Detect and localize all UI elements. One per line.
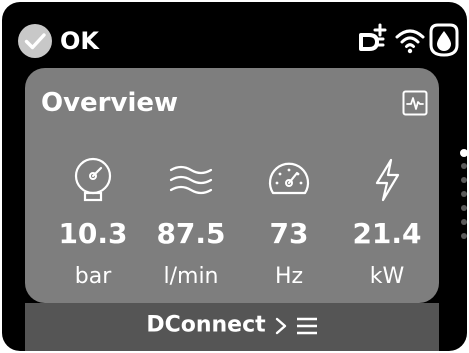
flow-waves-icon bbox=[167, 156, 215, 204]
speedometer-icon bbox=[265, 156, 313, 204]
metric-unit: kW bbox=[369, 264, 405, 289]
metric-value: 10.3 bbox=[58, 217, 128, 250]
metric-flow: 87.5 l/min bbox=[143, 156, 239, 296]
dconnect-menu-button[interactable]: DConnect bbox=[25, 303, 439, 351]
page-dot[interactable] bbox=[461, 177, 467, 183]
status-label: OK bbox=[60, 27, 99, 55]
metric-power: 21.4 kW bbox=[339, 156, 435, 296]
metric-frequency: 73 Hz bbox=[241, 156, 337, 296]
metric-value: 73 bbox=[269, 217, 309, 250]
metric-value: 21.4 bbox=[352, 217, 422, 250]
ok-check-icon bbox=[18, 24, 52, 58]
status-bar: OK bbox=[2, 2, 467, 66]
pressure-gauge-icon bbox=[69, 156, 117, 204]
page-dot[interactable] bbox=[461, 191, 467, 197]
page-indicator bbox=[460, 149, 467, 249]
menu-icon bbox=[296, 315, 318, 337]
wifi-icon bbox=[394, 20, 426, 56]
metric-unit: Hz bbox=[274, 264, 304, 289]
card-title: Overview bbox=[41, 88, 179, 118]
page-dot[interactable] bbox=[461, 219, 467, 225]
metric-unit: l/min bbox=[163, 264, 219, 289]
page-dot[interactable] bbox=[461, 163, 467, 169]
page-dot[interactable] bbox=[460, 149, 467, 157]
pulse-chart-icon[interactable] bbox=[402, 90, 428, 116]
metric-unit: bar bbox=[74, 264, 112, 289]
overview-card[interactable]: Overview 10.3 bar 87.5 l/min 73 Hz 21.4 … bbox=[25, 68, 439, 303]
dconnect-label: DConnect bbox=[146, 312, 266, 338]
bottom-bar: DConnect bbox=[25, 303, 439, 351]
page-dot[interactable] bbox=[461, 233, 467, 239]
page-dot[interactable] bbox=[461, 205, 467, 211]
dconnect-plug-icon bbox=[358, 20, 390, 56]
chevron-right-icon bbox=[274, 315, 288, 337]
lightning-icon bbox=[363, 156, 411, 204]
device-screen: OK Overview 10.3 bar 87.5 l/min 73 Hz 21… bbox=[2, 2, 467, 351]
metric-value: 87.5 bbox=[156, 217, 226, 250]
metric-pressure: 10.3 bar bbox=[45, 156, 141, 296]
water-drop-icon bbox=[428, 20, 460, 58]
